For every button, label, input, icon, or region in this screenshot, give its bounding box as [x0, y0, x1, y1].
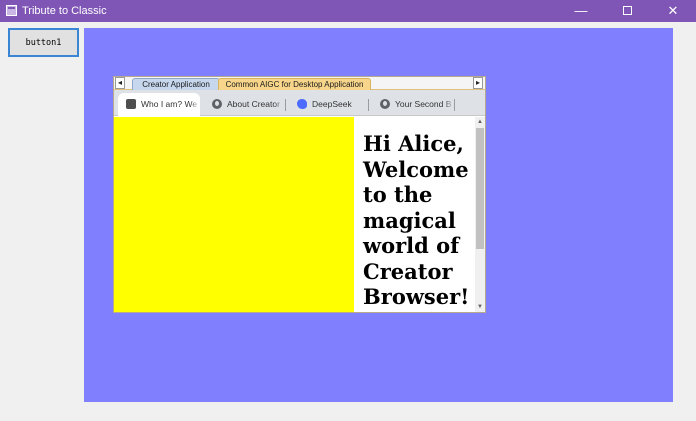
- globe-icon: [380, 99, 390, 109]
- tab-label-fade: [444, 93, 454, 115]
- tab-about-creator[interactable]: About Creator: [204, 93, 284, 115]
- scrollbar-thumb[interactable]: [476, 128, 484, 249]
- web-content: Hi Alice, Welcome to the magical world o…: [114, 117, 485, 312]
- yellow-box: [114, 117, 354, 312]
- button1[interactable]: button1: [8, 28, 79, 57]
- tab-who-i-am[interactable]: Who I am? Welcome: [118, 93, 200, 116]
- tab-separator: [285, 99, 286, 111]
- tab-separator: [454, 99, 455, 111]
- group-scroll-right-button[interactable]: ▸: [473, 77, 483, 89]
- window-title: Tribute to Classic: [22, 5, 107, 17]
- group-scroll-left-button[interactable]: ◂: [115, 77, 125, 89]
- tab-label: Your Second Brain: [395, 99, 451, 109]
- tab-your-second-brain[interactable]: Your Second Brain: [372, 93, 454, 115]
- maximize-button[interactable]: [604, 0, 650, 22]
- document-icon: [126, 99, 136, 109]
- tab-label-fade: [190, 93, 200, 115]
- minimize-button[interactable]: —: [558, 0, 604, 22]
- tab-label-fade: [274, 93, 284, 115]
- browser-tab-strip: Who I am? Welcome About Creator DeepSeek…: [114, 90, 485, 116]
- close-button[interactable]: ✕: [650, 0, 696, 22]
- browser-control: ◂ Creator Application Common AIGC for De…: [113, 76, 486, 313]
- tab-label: Who I am? Welcome: [141, 99, 197, 109]
- scroll-up-arrow-icon[interactable]: ▲: [475, 117, 485, 127]
- maximize-icon: [622, 6, 632, 16]
- tab-label: DeepSeek: [312, 99, 352, 109]
- deepseek-whale-icon: [297, 99, 307, 109]
- tab-group-strip: ◂ Creator Application Common AIGC for De…: [114, 77, 485, 90]
- app-window-icon: [6, 5, 17, 16]
- tab-separator: [368, 99, 369, 111]
- tab-deepseek[interactable]: DeepSeek: [289, 93, 367, 115]
- tab-group-creator-application[interactable]: Creator Application: [132, 78, 220, 90]
- title-bar: Tribute to Classic — ✕: [0, 0, 696, 22]
- tab-group-common-aigc[interactable]: Common AIGC for Desktop Application: [218, 78, 371, 90]
- greeting-heading: Hi Alice, Welcome to the magical world o…: [363, 131, 470, 309]
- vertical-scrollbar[interactable]: ▲ ▼: [475, 117, 485, 312]
- scroll-down-arrow-icon[interactable]: ▼: [475, 302, 485, 312]
- globe-icon: [212, 99, 222, 109]
